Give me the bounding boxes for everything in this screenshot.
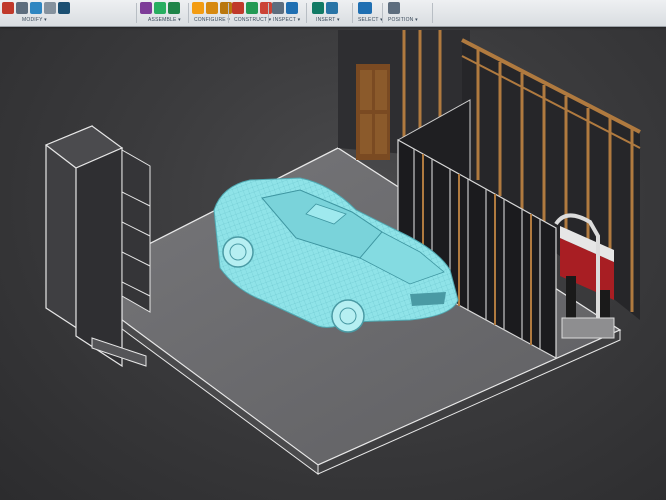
garage-model-canvas[interactable] <box>0 26 666 500</box>
modify-menu-label[interactable]: MODIFY ▾ <box>22 17 47 23</box>
capture-position-icon[interactable] <box>388 2 400 14</box>
insert-group[interactable]: INSERT ▾ <box>312 2 348 24</box>
toolbar-separator <box>382 3 383 23</box>
car-taillight <box>410 292 446 306</box>
new-component-icon[interactable] <box>140 2 152 14</box>
as-built-joint-icon[interactable] <box>168 2 180 14</box>
toolbar-separator <box>432 3 433 23</box>
insert-derive-icon[interactable] <box>312 2 324 14</box>
construct-group[interactable]: CONFIGURE ▾ <box>192 2 232 24</box>
toolbar-separator <box>268 3 269 23</box>
section-analysis-icon[interactable] <box>286 2 298 14</box>
toolbar-separator <box>188 3 189 23</box>
rear-wheel <box>331 299 365 333</box>
construct-menu-label[interactable]: CONSTRUCT ▾ <box>234 17 271 23</box>
push-pull-icon[interactable] <box>2 2 14 14</box>
inspect-group[interactable]: INSPECT ▾ <box>272 2 304 24</box>
joint-icon[interactable] <box>154 2 166 14</box>
modify-group[interactable]: MODIFY ▾ <box>2 2 72 24</box>
measure-icon[interactable] <box>272 2 284 14</box>
construct-menu-label-1[interactable]: CONFIGURE ▾ <box>194 17 230 23</box>
inspect-menu-label[interactable]: INSPECT ▾ <box>273 17 300 23</box>
cad-application-window: MODIFY ▾ ASSEMBLE ▾ CONFIGURE ▾ CONSTRUC… <box>0 0 666 500</box>
shell-icon[interactable] <box>44 2 56 14</box>
assemble-group[interactable]: ASSEMBLE ▾ <box>140 2 188 24</box>
offset-plane-icon[interactable] <box>192 2 204 14</box>
sketch-icon[interactable] <box>260 2 272 14</box>
fillet-icon[interactable] <box>16 2 28 14</box>
assemble-menu-label[interactable]: ASSEMBLE ▾ <box>148 17 181 23</box>
front-wheel <box>222 236 254 268</box>
toolbar-separator <box>306 3 307 23</box>
axis-icon[interactable] <box>232 2 244 14</box>
midplane-icon[interactable] <box>220 2 232 14</box>
select-menu-label[interactable]: SELECT ▾ <box>358 17 383 23</box>
chamfer-icon[interactable] <box>30 2 42 14</box>
insert-menu-label[interactable]: INSERT ▾ <box>316 17 340 23</box>
select-group[interactable]: SELECT ▾ <box>358 2 383 24</box>
position-menu-label[interactable]: POSITION ▾ <box>388 17 418 23</box>
point-icon[interactable] <box>246 2 258 14</box>
toolbar-separator <box>136 3 137 23</box>
position-group[interactable]: POSITION ▾ <box>388 2 428 24</box>
construct-group-2[interactable]: CONSTRUCT ▾ <box>232 2 272 24</box>
ribbon-toolbar: MODIFY ▾ ASSEMBLE ▾ CONFIGURE ▾ CONSTRUC… <box>0 0 666 27</box>
plane-at-angle-icon[interactable] <box>206 2 218 14</box>
move-icon[interactable] <box>58 2 70 14</box>
select-arrow-icon[interactable] <box>358 2 372 14</box>
toolbar-separator <box>228 3 229 23</box>
toolbar-separator <box>352 3 353 23</box>
insert-image-icon[interactable] <box>326 2 338 14</box>
3d-viewport[interactable] <box>0 26 666 500</box>
